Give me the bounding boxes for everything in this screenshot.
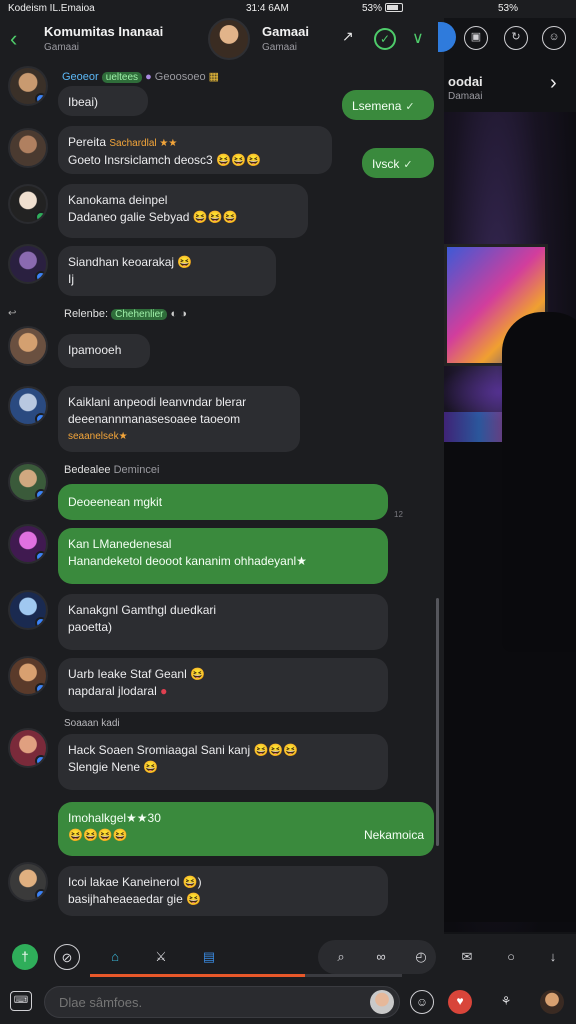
sent-message-bubble[interactable]: Lsemena ✓ — [342, 90, 434, 120]
gaming-room-image — [444, 112, 576, 932]
avatar[interactable] — [8, 184, 48, 224]
message-bubble[interactable]: Kanokama deinpel Dadaneo galie Sebyad 😆😆… — [58, 184, 308, 238]
avatar[interactable] — [8, 524, 48, 564]
input-bar: ⌨ ☺ ♥ ⚘ — [0, 980, 576, 1024]
verified-badge-icon — [35, 683, 46, 694]
avatar[interactable] — [8, 66, 48, 106]
contact-subtitle: Gamaai — [262, 42, 298, 53]
online-badge-icon — [35, 211, 46, 222]
message-bubble[interactable]: Kanakgnl Gamthgl duedkari paoetta) — [58, 594, 388, 650]
blue-tab-indicator — [438, 22, 456, 52]
message-bubble[interactable]: Uarb Ieake Staf Geanl 😆 napdaral jlodara… — [58, 658, 388, 712]
profile-avatar[interactable] — [540, 990, 564, 1014]
sent-message-bubble[interactable]: Imohalkgel★★30 😆😆😆😆 Nekamoica — [58, 802, 434, 856]
chevron-down-icon[interactable]: ∨ — [412, 28, 424, 48]
avatar[interactable] — [8, 244, 48, 284]
avatar[interactable] — [8, 326, 48, 366]
status-battery: 53% — [362, 3, 404, 14]
download-icon[interactable]: ↓ — [540, 944, 566, 970]
gift-icon[interactable]: ⚘ — [494, 990, 518, 1014]
contact-name[interactable]: Gamaai — [262, 24, 309, 39]
message-sender: Relenbe: Chehenlier ◐ ◑ — [64, 308, 187, 320]
message-sender: Soaaan kadi — [64, 718, 120, 729]
sent-message-bubble[interactable]: Ivsck ✓ — [362, 148, 434, 178]
bubble-icon[interactable]: ○ — [498, 944, 524, 970]
chat-subtitle: Gamaai — [44, 42, 80, 53]
keyboard-icon[interactable]: ⌨ — [10, 991, 32, 1011]
avatar[interactable] — [8, 862, 48, 902]
verified-badge-icon — [35, 551, 46, 562]
progress-fill — [90, 974, 306, 977]
contact-avatar[interactable] — [208, 18, 250, 60]
verified-badge-icon — [35, 617, 46, 628]
message-bubble[interactable]: Hack Soaen Sromiaagal Sani kanj 😆😆😆 Slen… — [58, 734, 388, 790]
avatar[interactable] — [8, 728, 48, 768]
chat-header: ‹ Komumitas Inanaai Gamaai Gamaai Gamaai… — [0, 18, 444, 64]
chat-title: Komumitas Inanaai — [44, 24, 164, 39]
message-time: 12 — [394, 510, 403, 519]
reply-arrow-icon: ↩ — [8, 308, 17, 319]
red-sticker-icon[interactable]: ♥ — [448, 990, 472, 1014]
chair-image — [502, 312, 576, 652]
back-arrow-icon[interactable]: ‹ — [10, 26, 17, 52]
sword-icon[interactable]: ⚔ — [148, 944, 174, 970]
chevron-right-icon[interactable]: › — [550, 72, 557, 95]
emoji-icon[interactable]: ☺ — [410, 990, 434, 1014]
right-panel-toolbar: ▣ ↻ ☺ — [438, 18, 576, 62]
right-panel: ▣ ↻ ☺ oodai Damaai › — [438, 18, 576, 934]
scrollbar[interactable] — [436, 598, 439, 846]
avatar[interactable] — [8, 590, 48, 630]
avatar[interactable] — [8, 128, 48, 168]
verified-badge-icon — [35, 93, 46, 104]
timer-icon[interactable]: ◴ — [408, 944, 434, 970]
status-time: 31:4 6AM — [246, 3, 289, 14]
status-carrier: Kodeism IL.Emaioa — [8, 3, 95, 14]
sent-message-bubble[interactable]: Kan LManedenesal Hanandeketol deooot kan… — [58, 528, 388, 584]
message-input[interactable] — [44, 986, 400, 1018]
verified-badge-icon — [35, 889, 46, 900]
message-sender: Bedealee Demincei — [64, 464, 160, 476]
message-bubble[interactable]: Ibeai) — [58, 86, 148, 116]
message-bubble[interactable]: Kaiklani anpeodi leanvndar blerar deeena… — [58, 386, 300, 452]
message-bubble[interactable]: Pereita Sachardlal ★★ Goeto Insrsiclamch… — [58, 126, 332, 174]
avatar[interactable] — [8, 656, 48, 696]
battery-icon — [385, 3, 404, 12]
message-list[interactable]: Geoeor ueltees ● Geoosoeo ▦ Ibeai) Lseme… — [0, 62, 444, 934]
contacts-icon[interactable]: † — [12, 944, 38, 970]
refresh-icon[interactable]: ↻ — [504, 26, 528, 50]
card-icon[interactable]: ▤ — [196, 944, 222, 970]
link-icon[interactable]: ∞ — [368, 944, 394, 970]
gamepad-icon[interactable]: ⌂ — [102, 944, 128, 970]
pin-icon[interactable]: ↗ — [342, 28, 354, 45]
whatsapp-icon[interactable]: ✓ — [374, 28, 396, 50]
right-panel-subtitle: Damaai — [448, 91, 483, 102]
progress-bar — [90, 974, 402, 977]
right-panel-title: oodai — [448, 74, 483, 89]
person-icon[interactable]: ☺ — [542, 26, 566, 50]
avatar[interactable] — [8, 462, 48, 502]
message-bubble[interactable]: Ipamooeh — [58, 334, 150, 368]
no-entry-icon[interactable]: ⊘ — [54, 944, 80, 970]
status-bar: Kodeism IL.Emaioa 31:4 6AM 53% 53% — [0, 0, 576, 18]
verified-badge-icon — [35, 755, 46, 766]
verified-badge-icon — [35, 489, 46, 500]
status-battery-right: 53% — [498, 3, 519, 14]
chat-icon[interactable]: ✉ — [454, 944, 480, 970]
verified-badge-icon — [35, 413, 46, 424]
verified-badge-icon — [35, 271, 46, 282]
message-bubble[interactable]: Icoi lakae Kaneinerol 😆) basijhaheaeaeda… — [58, 866, 388, 916]
square-icon[interactable]: ▣ — [464, 26, 488, 50]
message-sender: Geoeor ueltees ● Geoosoeo ▦ — [62, 71, 220, 83]
message-bubble[interactable]: Siandhan keoarakaj 😆 Ij — [58, 246, 276, 296]
search-icon[interactable]: ⌕ — [328, 944, 354, 970]
sticker-avatar-icon[interactable] — [370, 990, 394, 1014]
sent-message-bubble[interactable]: Deoeenean mgkit — [58, 484, 388, 520]
avatar[interactable] — [8, 386, 48, 426]
